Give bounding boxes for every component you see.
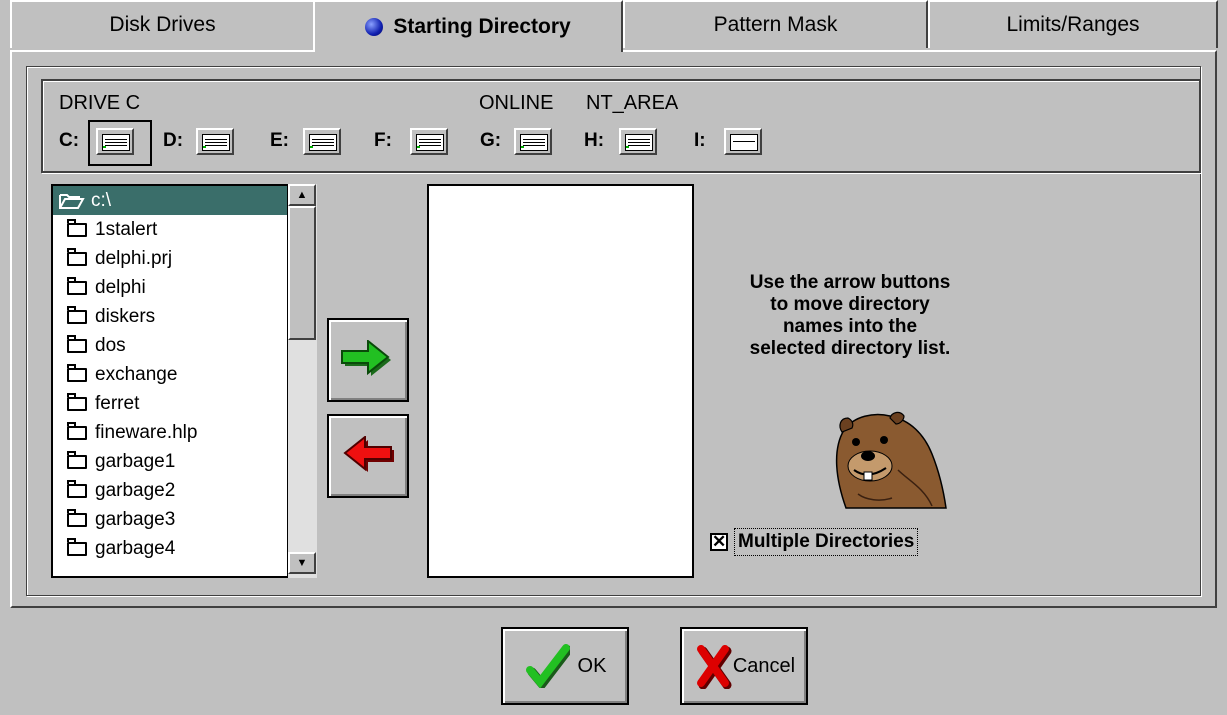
- tab-bar: Disk Drives Starting Directory Pattern M…: [0, 0, 1227, 52]
- checkmark-icon: [525, 644, 570, 688]
- ok-button[interactable]: OK: [501, 627, 629, 705]
- tab-starting-directory[interactable]: Starting Directory: [313, 0, 623, 52]
- tab-disk-drives[interactable]: Disk Drives: [10, 0, 315, 48]
- tab-pattern-mask[interactable]: Pattern Mask: [623, 0, 928, 48]
- x-mark-icon: [696, 645, 732, 689]
- cancel-button[interactable]: Cancel: [680, 627, 808, 705]
- tab-limits-ranges[interactable]: Limits/Ranges: [928, 0, 1218, 48]
- active-tab-dot-icon: [365, 18, 384, 36]
- tab-panel: [10, 50, 1217, 608]
